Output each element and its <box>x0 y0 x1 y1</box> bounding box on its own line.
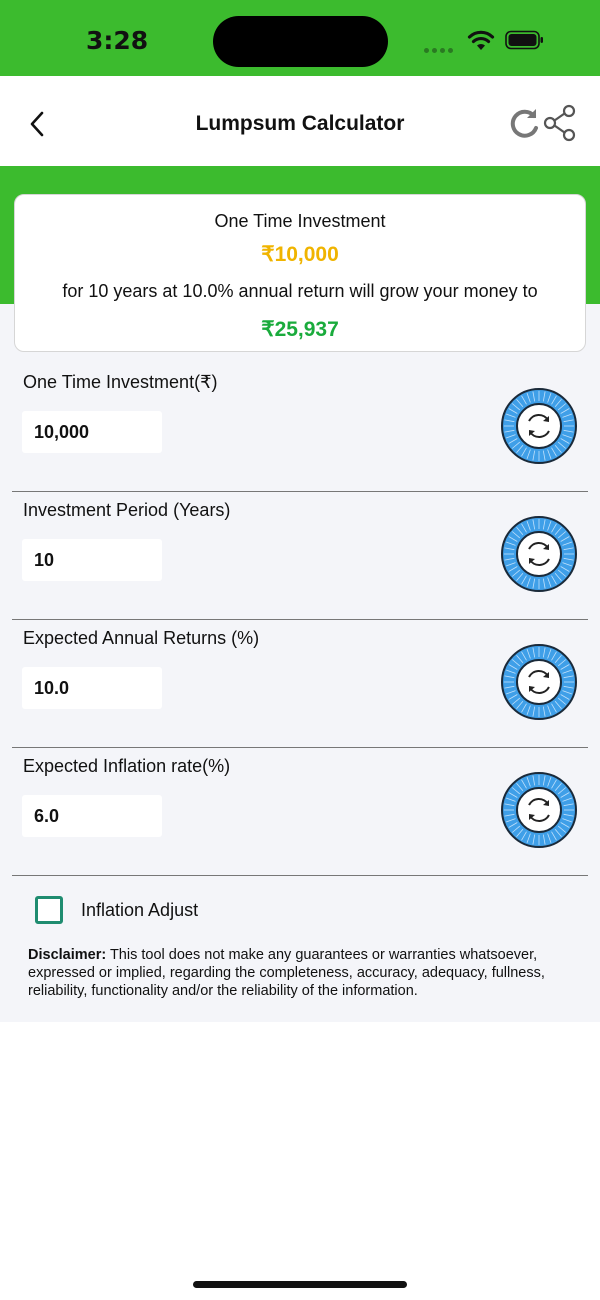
annual-returns-label: Expected Annual Returns (%) <box>23 628 260 648</box>
investment-amount-label: One Time Investment(₹) <box>23 372 218 392</box>
disclaimer: Disclaimer: This tool does not make any … <box>28 946 576 1000</box>
inflation-rate-label: Expected Inflation rate(%) <box>23 756 231 776</box>
summary-description: for 10 years at 10.0% annual return will… <box>62 281 538 301</box>
dynamic-island <box>213 16 388 67</box>
disclaimer-title: Disclaimer: <box>28 947 107 963</box>
investment-period-input[interactable] <box>22 539 162 581</box>
investment-amount-input[interactable] <box>22 411 162 453</box>
summary-amount: ₹10,000 <box>261 243 339 266</box>
summary-card: One Time Investment ₹10,000 for 10 years… <box>14 194 586 352</box>
summary-result: ₹25,937 <box>261 318 339 341</box>
navigation-bar: Lumpsum Calculator <box>0 76 600 166</box>
inflation-rate-input[interactable] <box>22 795 162 837</box>
inflation-adjust-checkbox[interactable] <box>35 896 63 924</box>
investment-period-label: Investment Period (Years) <box>23 500 231 520</box>
wifi-icon <box>467 30 495 50</box>
investment-amount-dial-button[interactable] <box>500 387 578 465</box>
annual-returns-input[interactable] <box>22 667 162 709</box>
home-indicator <box>193 1281 407 1288</box>
dial-reset-icon <box>501 772 577 848</box>
summary-label: One Time Investment <box>214 211 386 231</box>
inflation-rate-row: Expected Inflation rate(%) <box>12 748 588 876</box>
annual-returns-dial-button[interactable] <box>500 643 578 721</box>
inflation-adjust-row[interactable]: Inflation Adjust <box>35 895 198 925</box>
battery-icon <box>505 30 543 50</box>
annual-returns-row: Expected Annual Returns (%) <box>12 620 588 748</box>
refresh-icon[interactable] <box>506 106 542 142</box>
dial-reset-icon <box>501 388 577 464</box>
dial-reset-icon <box>501 644 577 720</box>
investment-period-dial-button[interactable] <box>500 515 578 593</box>
disclaimer-text: This tool does not make any guarantees o… <box>28 947 545 999</box>
dial-reset-icon <box>501 516 577 592</box>
investment-period-row: Investment Period (Years) <box>12 492 588 620</box>
cellular-signal-icon <box>424 40 460 53</box>
share-icon[interactable] <box>543 104 577 142</box>
status-bar: 3:28 <box>0 0 600 76</box>
status-time: 3:28 <box>86 26 149 55</box>
investment-amount-row: One Time Investment(₹) <box>12 364 588 492</box>
inflation-adjust-label: Inflation Adjust <box>81 899 199 920</box>
inflation-rate-dial-button[interactable] <box>500 771 578 849</box>
